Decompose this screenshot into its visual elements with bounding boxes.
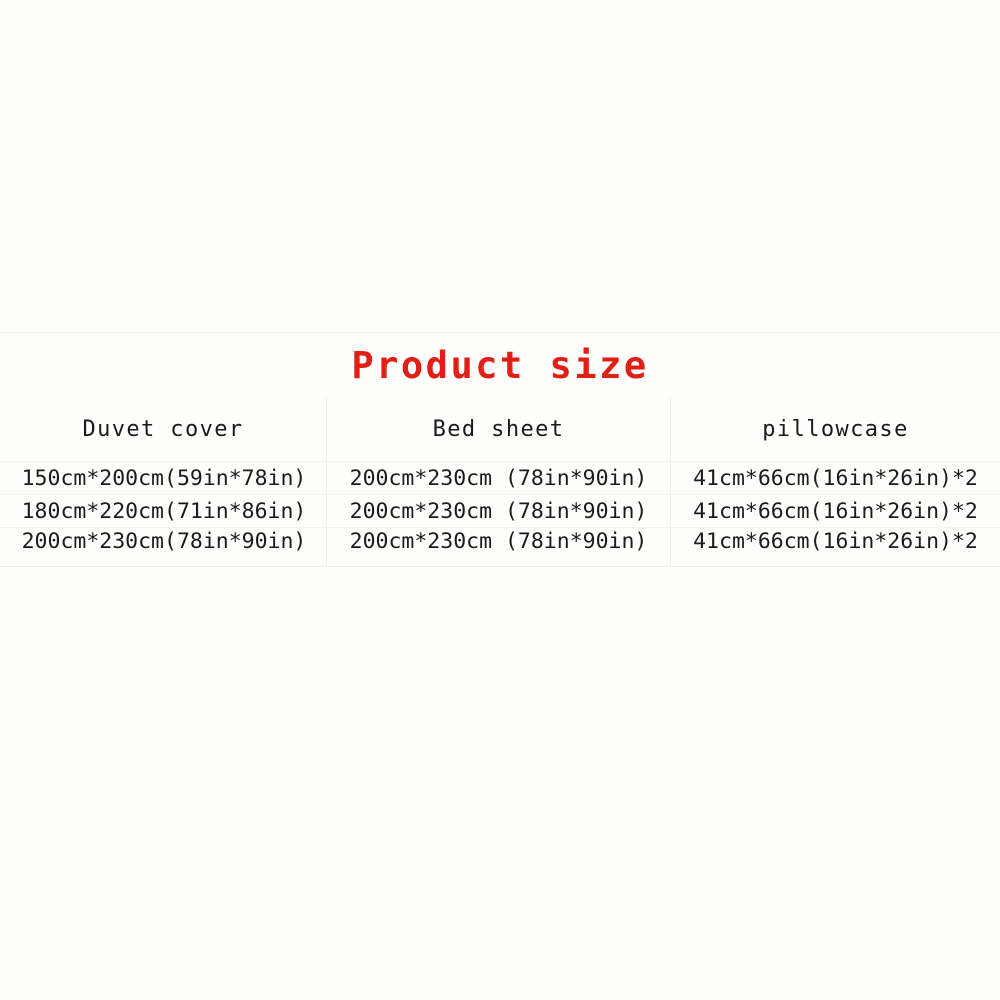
column-header-duvet-cover: Duvet cover xyxy=(0,397,327,462)
cell-duvet-cover: 200cm*230cm(78in*90in) xyxy=(0,528,327,566)
table-header-row: Duvet cover Bed sheet pillowcase xyxy=(0,397,1000,462)
cell-pillowcase: 41cm*66cm(16in*26in)*2 xyxy=(671,462,1000,495)
cell-bed-sheet: 200cm*230cm (78in*90in) xyxy=(327,528,671,566)
cell-bed-sheet: 200cm*230cm (78in*90in) xyxy=(327,462,671,495)
table-row: 180cm*220cm(71in*86in) 200cm*230cm (78in… xyxy=(0,495,1000,528)
column-header-bed-sheet: Bed sheet xyxy=(327,397,671,462)
table-title-row: Product size xyxy=(0,333,1000,397)
cell-duvet-cover: 150cm*200cm(59in*78in) xyxy=(0,462,327,495)
cell-duvet-cover: 180cm*220cm(71in*86in) xyxy=(0,495,327,528)
product-size-table: Product size Duvet cover Bed sheet pillo… xyxy=(0,332,1000,567)
table-row: 200cm*230cm(78in*90in) 200cm*230cm (78in… xyxy=(0,528,1000,566)
page-title: Product size xyxy=(351,343,649,387)
cell-pillowcase: 41cm*66cm(16in*26in)*2 xyxy=(671,495,1000,528)
column-header-pillowcase: pillowcase xyxy=(671,397,1000,462)
table-row: 150cm*200cm(59in*78in) 200cm*230cm (78in… xyxy=(0,462,1000,495)
cell-bed-sheet: 200cm*230cm (78in*90in) xyxy=(327,495,671,528)
cell-pillowcase: 41cm*66cm(16in*26in)*2 xyxy=(693,529,978,554)
product-size-page: Product size Duvet cover Bed sheet pillo… xyxy=(0,0,1000,1000)
